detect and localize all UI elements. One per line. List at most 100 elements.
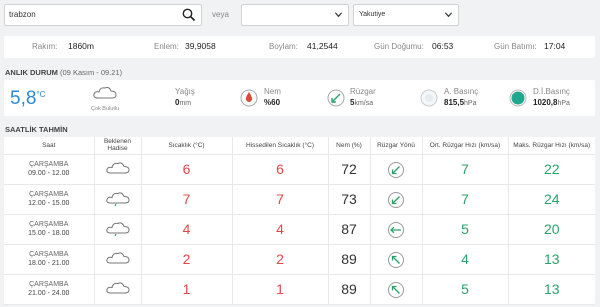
boylam-label: Boylam: — [269, 42, 298, 51]
current-section-title: ANLIK DURUM (09 Kasım - 09.21) — [5, 68, 122, 77]
current-title-date: (09 Kasım - 09.21) — [60, 68, 123, 77]
table-row: ÇARŞAMBA 09.00 - 12.00 6 6 72 7 22 — [4, 154, 595, 185]
cell-wind-dir — [370, 184, 423, 215]
cloud-icon — [105, 281, 131, 299]
cell-temp: 7 — [141, 184, 233, 215]
dibasinc-number: 1020,8 — [533, 98, 558, 107]
cell-wind-avg: 4 — [422, 244, 509, 275]
col-nem: Nem (%) — [328, 137, 371, 155]
col-hissedilen: Hissedilen Sıcaklık (°C) — [232, 137, 329, 155]
cloud-icon — [105, 251, 131, 269]
col-hadise-line2: Hadise — [107, 145, 128, 153]
cell-wind-max: 24 — [508, 184, 595, 215]
current-conditions-panel: 5,8°C Çok Bulutlu Yağış 0mm Nem %60 Rüzg… — [4, 80, 595, 116]
cell-time: ÇARŞAMBA 12.00 - 15.00 — [4, 184, 95, 215]
cell-time: ÇARŞAMBA 15.00 - 18.00 — [4, 214, 95, 245]
cell-feels: 6 — [232, 154, 329, 185]
rakim-value: 1860m — [68, 41, 94, 51]
search-icon[interactable] — [182, 8, 196, 22]
yagis-unit: mm — [179, 100, 192, 107]
current-temp-unit: °C — [36, 90, 46, 99]
row-day: ÇARŞAMBA — [29, 251, 69, 258]
pressure-icon — [420, 89, 438, 107]
nem-value: %60 — [264, 98, 281, 107]
cell-humidity: 89 — [328, 274, 371, 305]
rakim-label: Rakım: — [32, 42, 58, 51]
row-time: 12.00 - 15.00 — [28, 200, 70, 207]
cell-wind-max: 22 — [508, 154, 595, 185]
col-yon: Rüzgar Yönü — [370, 137, 423, 155]
cell-hadise — [94, 214, 142, 245]
table-row: ÇARŞAMBA 21.00 - 24.00 1 1 89 5 13 — [4, 274, 595, 305]
sunset-value: 17:04 — [544, 41, 566, 51]
search-input[interactable] — [9, 10, 179, 19]
cell-wind-avg: 5 — [422, 274, 509, 305]
cloud-rain-icon — [105, 191, 131, 209]
rakim-number: 1860 — [68, 41, 87, 51]
cell-wind-max: 20 — [508, 214, 595, 245]
province-select[interactable] — [241, 4, 349, 26]
cell-wind-dir — [370, 214, 423, 245]
cell-wind-avg: 7 — [422, 184, 509, 215]
district-select[interactable]: Yakutiye — [353, 4, 459, 26]
wind-direction-icon — [327, 89, 345, 107]
row-time: 15.00 - 18.00 — [28, 230, 70, 237]
current-title-text: ANLIK DURUM — [5, 68, 58, 77]
cloud-icon — [105, 161, 131, 179]
current-temp-value: 5,8 — [10, 88, 37, 109]
cell-feels: 4 — [232, 214, 329, 245]
cell-feels: 7 — [232, 184, 329, 215]
wind-direction-icon — [388, 191, 404, 208]
district-select-value: Yakutiye — [359, 11, 386, 18]
ruzgar-unit: km/sa — [354, 100, 374, 107]
cell-wind-max: 13 — [508, 244, 595, 275]
boylam-value: 41,2544 — [307, 41, 338, 51]
sunrise-label: Gün Doğumu: — [374, 42, 424, 51]
cell-time: ÇARŞAMBA 09.00 - 12.00 — [4, 154, 95, 185]
col-maks: Maks. Rüzgar Hızı (km/sa) — [508, 137, 595, 155]
cell-humidity: 72 — [328, 154, 371, 185]
dibasinc-label: D.İ.Basınç — [533, 87, 570, 96]
sea-level-pressure-icon — [509, 89, 527, 107]
wind-direction-icon — [388, 251, 404, 268]
humidity-drop-icon — [240, 89, 258, 107]
wind-direction-icon — [388, 221, 404, 238]
ruzgar-label: Rüzgar — [350, 87, 376, 96]
table-row: ÇARŞAMBA 15.00 - 18.00 4 4 87 5 20 — [4, 214, 595, 245]
cell-wind-avg: 7 — [422, 154, 509, 185]
nem-label: Nem — [264, 87, 281, 96]
cell-hadise — [94, 154, 142, 185]
cell-wind-avg: 5 — [422, 214, 509, 245]
row-day: ÇARŞAMBA — [29, 191, 69, 198]
table-row: ÇARŞAMBA 12.00 - 15.00 7 7 73 7 24 — [4, 184, 595, 215]
cell-wind-max: 13 — [508, 274, 595, 305]
cell-wind-dir — [370, 154, 423, 185]
cell-time: ÇARŞAMBA 18.00 - 21.00 — [4, 244, 95, 275]
enlem-value: 39,9058 — [185, 41, 216, 51]
search-box[interactable] — [4, 4, 202, 26]
sunrise-value: 06:53 — [432, 41, 454, 51]
row-day: ÇARŞAMBA — [29, 161, 69, 168]
cell-temp: 2 — [141, 244, 233, 275]
cell-temp: 4 — [141, 214, 233, 245]
yagis-label: Yağış — [175, 87, 195, 96]
cell-wind-dir — [370, 274, 423, 305]
col-sicaklik: Sıcaklık (°C) — [141, 137, 233, 155]
cell-feels: 1 — [232, 274, 329, 305]
cell-hadise — [94, 274, 142, 305]
hourly-section-title: SAATLİK TAHMİN — [5, 125, 68, 134]
chevron-down-icon — [334, 12, 343, 18]
basinc-value: 815,5hPa — [444, 98, 477, 107]
cell-humidity: 89 — [328, 244, 371, 275]
yagis-value: 0mm — [175, 98, 191, 107]
basinc-unit: hPa — [464, 100, 477, 107]
cell-temp: 6 — [141, 154, 233, 185]
row-time: 21.00 - 24.00 — [28, 290, 70, 297]
sunset-label: Gün Batımı: — [494, 42, 537, 51]
cell-humidity: 73 — [328, 184, 371, 215]
cell-wind-dir — [370, 244, 423, 275]
cell-feels: 2 — [232, 244, 329, 275]
cell-humidity: 87 — [328, 214, 371, 245]
dibasinc-value: 1020,8hPa — [533, 98, 570, 107]
basinc-label: A. Basınç — [444, 87, 479, 96]
